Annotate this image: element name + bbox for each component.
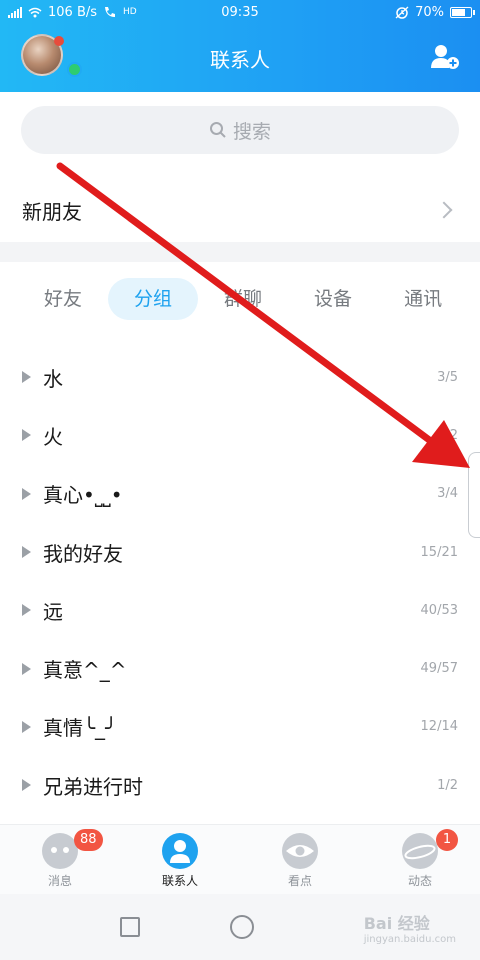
expand-triangle-icon	[22, 371, 31, 384]
home-button[interactable]	[230, 915, 254, 939]
nav-label: 消息	[47, 874, 72, 888]
search-section: 搜索 新朋友	[0, 92, 480, 242]
group-name: 火	[43, 424, 63, 449]
tab-groups[interactable]: 分组	[108, 278, 199, 320]
group-row[interactable]: 兄弟进行时 1/2	[0, 756, 480, 814]
group-name: 水	[43, 366, 63, 391]
battery-icon	[450, 6, 475, 18]
expand-triangle-icon	[22, 429, 31, 442]
group-count: 49/57	[420, 661, 458, 677]
search-bar[interactable]: 搜索	[21, 106, 459, 154]
search-placeholder: 搜索	[232, 120, 271, 143]
group-row[interactable]: 真心•⎵⎵• 3/4	[0, 465, 480, 523]
group-row[interactable]: 火2	[0, 406, 480, 464]
message-badge: 88	[74, 829, 103, 851]
page-title: 联系人	[210, 48, 270, 72]
edge-pull-handle[interactable]	[468, 452, 480, 538]
search-icon	[209, 122, 226, 138]
nav-contacts[interactable]: 联系人	[120, 825, 240, 894]
expand-triangle-icon	[22, 662, 31, 675]
section-divider	[0, 242, 480, 262]
group-count: 40/53	[420, 602, 458, 618]
group-count: 3/5	[437, 369, 458, 385]
contacts-icon	[162, 833, 198, 869]
hd-label: HD	[123, 7, 137, 17]
contact-tabs: 好友 分组 群聊 设备 通讯	[0, 262, 480, 336]
group-count: 3/4	[437, 486, 458, 502]
expand-triangle-icon	[22, 546, 31, 559]
status-bar: 106 B/s HD 09:35 70%	[0, 0, 480, 24]
group-count: 15/21	[420, 544, 458, 560]
group-list: 水 3/5 火2 真心•⎵⎵• 3/4 我的好友 15/21 远 40/53 真意^_^…	[0, 348, 480, 814]
group-name: 远	[43, 599, 63, 624]
chevron-right-icon	[435, 201, 453, 219]
group-row[interactable]: 水 3/5	[0, 348, 480, 406]
group-name: 我的好友	[43, 541, 123, 566]
network-speed: 106 B/s	[48, 4, 98, 20]
tab-friends[interactable]: 好友	[18, 278, 108, 320]
expand-triangle-icon	[22, 720, 31, 733]
tab-group-chats[interactable]: 群聊	[198, 278, 288, 320]
expand-triangle-icon	[22, 779, 31, 792]
nav-label: 联系人	[161, 874, 198, 888]
new-friends-label: 新朋友	[22, 199, 82, 224]
nav-feed[interactable]: 1 动态	[360, 825, 480, 894]
recent-apps-button[interactable]	[120, 917, 140, 937]
group-name: 兄弟进行时	[43, 774, 143, 799]
watermark-sub: jingyan.baidu.com	[363, 934, 456, 945]
feed-badge: 1	[436, 829, 458, 851]
group-count: 12/14	[420, 719, 458, 735]
signal-icon	[8, 6, 22, 18]
group-count: 1/2	[437, 777, 458, 793]
expand-triangle-icon	[22, 487, 31, 500]
app-header: 106 B/s HD 09:35 70% 联系人	[0, 0, 480, 92]
expand-triangle-icon	[22, 604, 31, 617]
alarm-icon	[395, 6, 409, 19]
message-icon	[42, 833, 78, 869]
nav-label: 看点	[287, 874, 312, 888]
group-row[interactable]: 真意^_^ 49/57	[0, 639, 480, 697]
bottom-nav: 88 消息 联系人 看点 1 动态	[0, 824, 480, 894]
battery-percent: 70%	[415, 4, 444, 20]
contacts-screen: { "status_bar": { "network_speed": "106 …	[0, 0, 480, 960]
group-row[interactable]: 真情╰_╯ 12/14	[0, 698, 480, 756]
group-row[interactable]: 我的好友 15/21	[0, 523, 480, 581]
phone-icon	[105, 7, 116, 17]
group-name: 真意^_^	[43, 658, 127, 683]
watermark-text: Bai 经验	[363, 914, 430, 933]
group-name: 真情╰_╯	[43, 716, 118, 741]
tab-phone-contacts[interactable]: 通讯	[378, 278, 468, 320]
nav-messages[interactable]: 88 消息	[0, 825, 120, 894]
tab-devices[interactable]: 设备	[288, 278, 378, 320]
watermark: Bai 经验 jingyan.baidu.com	[364, 910, 456, 945]
nav-discover[interactable]: 看点	[240, 825, 360, 894]
group-count: 2	[449, 427, 458, 443]
add-contact-icon[interactable]	[430, 44, 460, 70]
planet-icon	[402, 833, 438, 869]
group-name: 真心•⎵⎵•	[43, 483, 123, 508]
new-friends-row[interactable]: 新朋友	[0, 182, 480, 238]
wifi-icon	[28, 7, 42, 17]
eye-icon	[282, 833, 318, 869]
nav-label: 动态	[407, 874, 432, 888]
group-row[interactable]: 远 40/53	[0, 581, 480, 639]
